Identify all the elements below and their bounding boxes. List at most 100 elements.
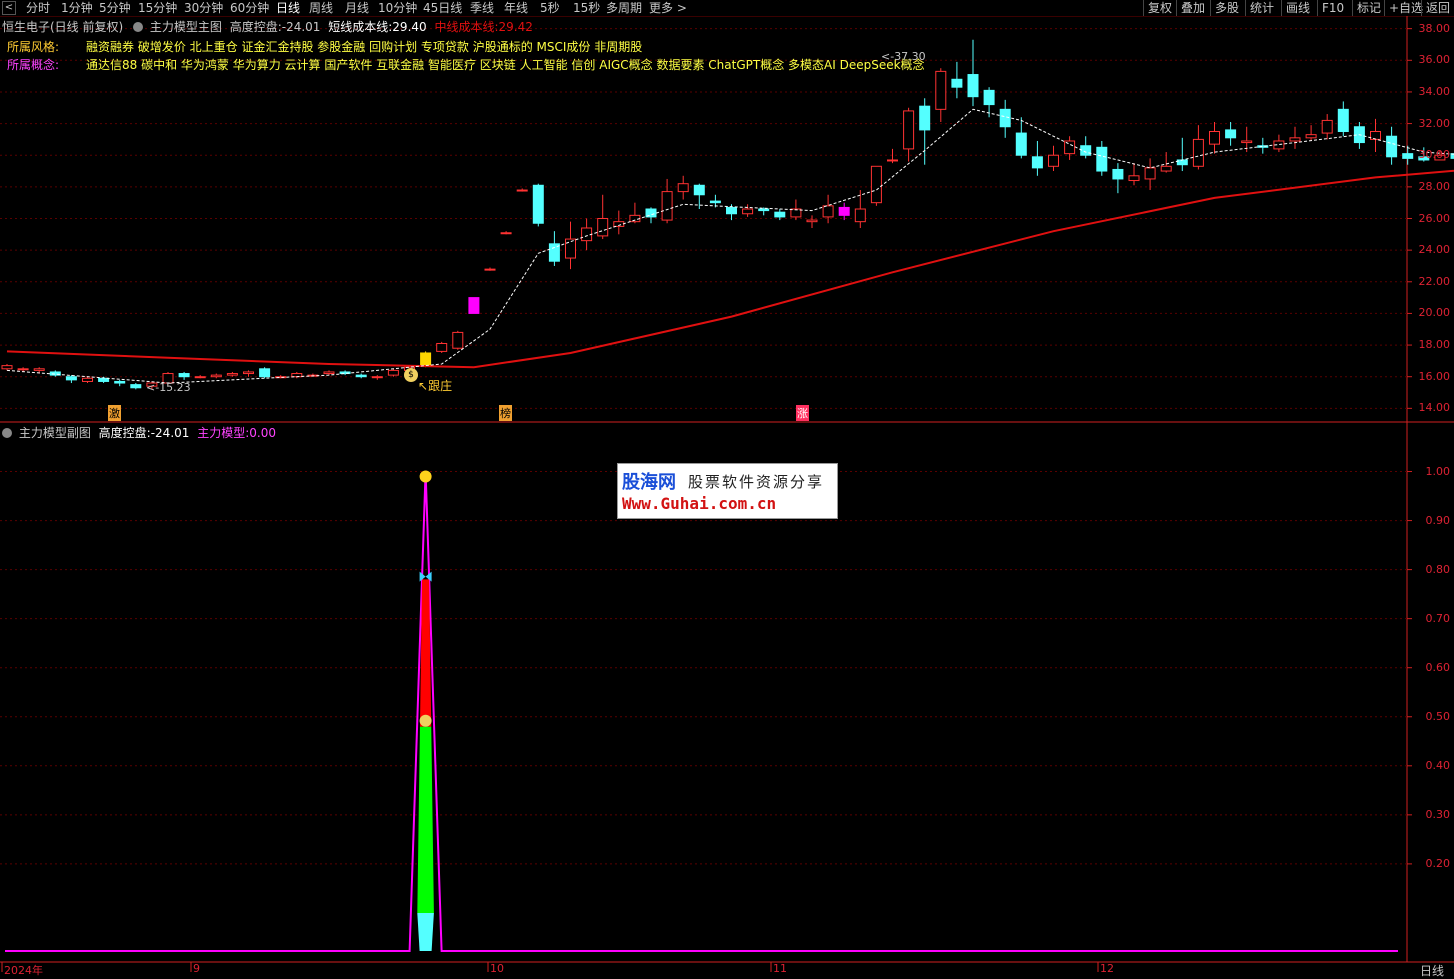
candle-body	[822, 205, 834, 218]
candle-body	[387, 369, 399, 376]
concept-text: 通达信88 碳中和 华为鸿蒙 华为算力 云计算 国产软件 互联金融 智能医疗 区…	[86, 58, 925, 72]
candle-body	[516, 189, 528, 192]
candle-body	[1289, 137, 1301, 142]
period-tab-8[interactable]: 月线	[345, 0, 369, 16]
main-indicator-name: 主力模型主图	[149, 20, 222, 34]
toolbar-button-1[interactable]: 叠加	[1176, 0, 1209, 16]
sub-y-tick-label: 0.50	[1425, 709, 1451, 723]
candle-body	[742, 208, 754, 215]
model-line	[5, 471, 1398, 952]
candle-body	[951, 78, 963, 88]
collapse-icon[interactable]	[133, 22, 144, 32]
height-control-value: -24.01	[281, 20, 321, 34]
toolbar-button-0[interactable]: 复权	[1143, 0, 1176, 16]
candle-body	[597, 218, 609, 237]
main-y-tick-label: 24.00	[1418, 243, 1451, 257]
candle-body	[967, 74, 979, 98]
candle-body	[82, 377, 93, 382]
x-tick-label: 10	[490, 962, 504, 975]
main-y-tick-label: 14.00	[1418, 401, 1451, 415]
candle-body	[420, 352, 432, 367]
toolbar-button-4[interactable]: 画线	[1281, 0, 1314, 16]
toolbar-button-8[interactable]: 返回	[1421, 0, 1454, 16]
period-toolbar: < 分时 1分钟 5分钟 15分钟 30分钟 60分钟 日线 周线 月线 10分钟 45日线 季线 年线…	[0, 0, 1454, 17]
candle-body	[1321, 119, 1333, 134]
toolbar-button-2[interactable]: 多股	[1210, 0, 1243, 16]
candle-body	[1209, 130, 1220, 145]
candle-body	[919, 105, 931, 131]
period-tab-11[interactable]: 季线	[470, 0, 494, 16]
candle-body	[1080, 145, 1092, 156]
period-tab-16[interactable]: 更多 >	[649, 0, 687, 16]
main-y-tick-label: 32.00	[1418, 116, 1451, 130]
period-tab-12[interactable]: 年线	[504, 0, 528, 16]
candle-body	[98, 377, 110, 382]
sub-y-tick-label: 0.30	[1425, 807, 1451, 821]
back-icon[interactable]: <	[2, 1, 16, 15]
candle-body	[484, 268, 496, 271]
period-tab-6[interactable]: 日线	[276, 0, 300, 16]
period-tab-0[interactable]: 分时	[26, 0, 50, 16]
period-tab-14[interactable]: 15秒	[573, 0, 600, 16]
period-tab-5[interactable]: 60分钟	[230, 0, 269, 16]
candle-body	[887, 159, 898, 162]
gen-zhuang-label: ↖跟庄	[418, 379, 453, 393]
candle-body	[1, 365, 13, 370]
sub-y-tick-label: 0.70	[1425, 611, 1451, 625]
period-tab-15[interactable]: 多周期	[606, 0, 642, 16]
period-tab-1[interactable]: 1分钟	[61, 0, 93, 16]
candle-body	[661, 191, 673, 221]
x-tick-label: 12	[1100, 962, 1114, 975]
stock-title: 恒生电子(日线 前复权)	[2, 20, 124, 34]
candle-body	[935, 70, 947, 110]
high-price-value: 37.30	[894, 50, 926, 63]
candle-body	[500, 232, 512, 235]
short-cost-key: 短线成本线:	[328, 20, 393, 34]
candle-body	[65, 376, 77, 381]
candle-body	[903, 110, 915, 150]
candle-body	[774, 211, 786, 218]
period-tab-2[interactable]: 5分钟	[99, 0, 131, 16]
candle-body	[243, 371, 254, 375]
main-y-tick-label: 22.00	[1418, 274, 1451, 288]
period-tab-9[interactable]: 10分钟	[378, 0, 417, 16]
x-tick-label: 2024年	[4, 964, 43, 977]
model-segment-1	[417, 726, 434, 913]
main-y-tick-label: 28.00	[1418, 179, 1451, 193]
main-y-tick-label: 34.00	[1418, 84, 1451, 98]
candle-body	[17, 368, 29, 371]
candle-body	[323, 371, 335, 375]
period-tab-3[interactable]: 15分钟	[138, 0, 177, 16]
candle-body	[1337, 108, 1349, 132]
x-tick-label: 11	[773, 962, 787, 975]
candle-body	[436, 342, 448, 352]
high-price-label: <-37.30	[881, 50, 926, 63]
money-bag-sub-icon	[419, 714, 432, 727]
period-tab-4[interactable]: 30分钟	[184, 0, 223, 16]
toolbar-button-3[interactable]: 统计	[1245, 0, 1278, 16]
candle-body	[693, 184, 705, 196]
candle-body	[1370, 130, 1381, 140]
watermark-url: Www.Guhai.com.cn	[622, 494, 777, 513]
candle-body	[1192, 138, 1204, 167]
candle-body	[709, 200, 721, 204]
period-tab-13[interactable]: 5秒	[540, 0, 560, 16]
toolbar-button-6[interactable]: 标记	[1352, 0, 1385, 16]
candle-body	[1305, 134, 1317, 139]
sub-indicator-name: 主力模型副图	[18, 426, 91, 440]
low-price-value: 15.23	[159, 381, 191, 394]
candle-body	[1144, 167, 1156, 180]
period-tab-10[interactable]: 45日线	[423, 0, 462, 16]
sub-y-tick-label: 0.40	[1425, 758, 1451, 772]
watermark: 股海网 股票软件资源分享 Www.Guhai.com.cn	[617, 463, 838, 519]
candle-body	[565, 238, 576, 259]
period-tab-7[interactable]: 周线	[309, 0, 333, 16]
candle-body	[1112, 168, 1124, 180]
mid-cost-line	[6, 169, 1454, 369]
main-y-tick-label: 20.00	[1418, 306, 1451, 320]
toolbar-button-5[interactable]: F10	[1317, 0, 1348, 16]
main-y-tick-label: 38.00	[1418, 21, 1451, 35]
candle-body	[758, 208, 770, 212]
candle-body	[677, 183, 689, 193]
sub-collapse-icon[interactable]	[2, 428, 12, 438]
